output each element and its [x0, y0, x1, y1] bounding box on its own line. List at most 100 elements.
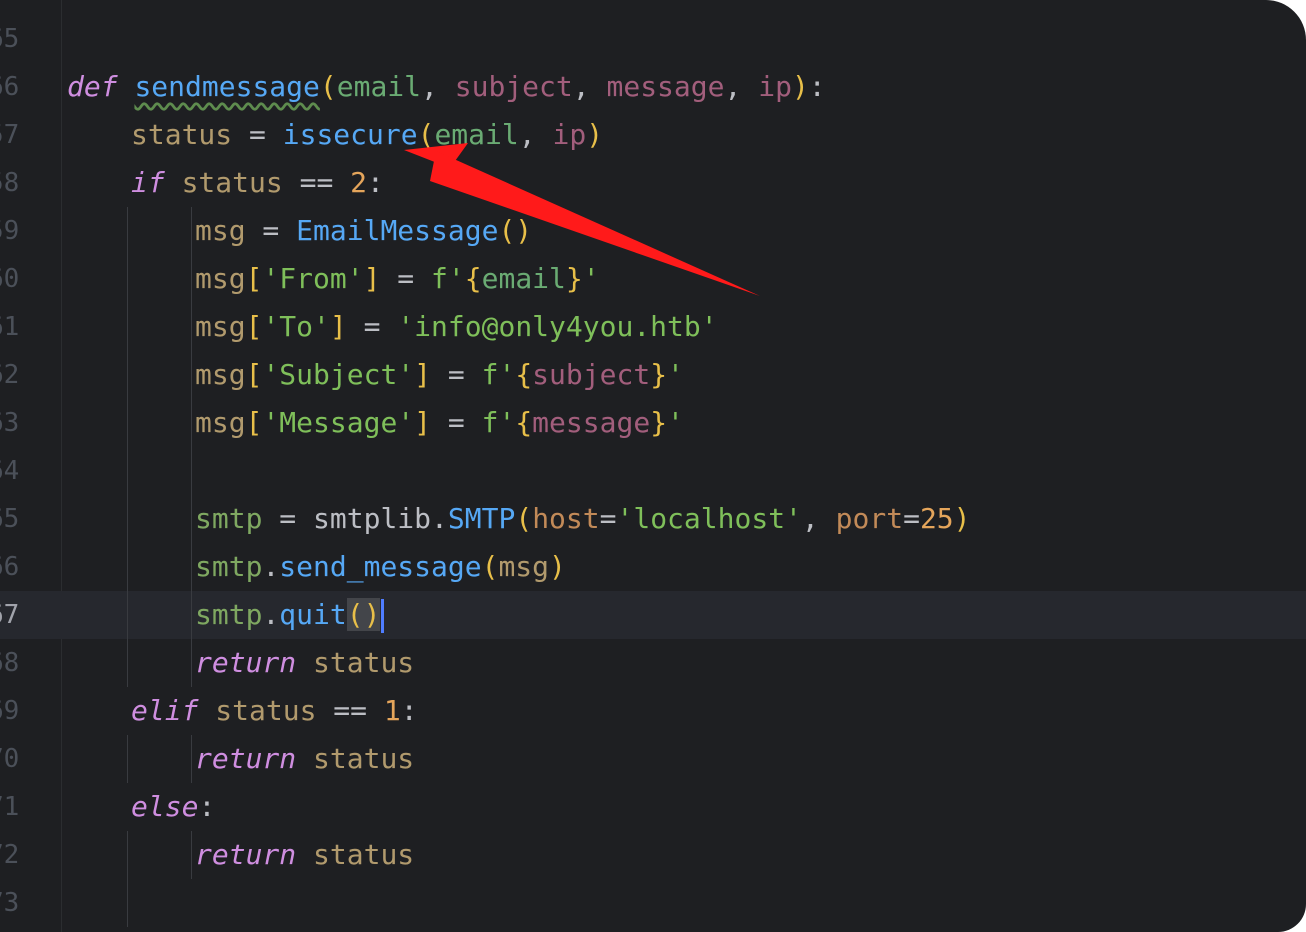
- code-token: ip: [552, 118, 587, 151]
- code-line[interactable]: 65: [0, 15, 1306, 63]
- line-number[interactable]: 65: [0, 15, 28, 63]
- line-number[interactable]: 67: [0, 591, 28, 639]
- code-token: message: [532, 406, 651, 439]
- code-line[interactable]: 59 msg = EmailMessage(): [0, 207, 1306, 255]
- code-token: =: [903, 502, 920, 535]
- line-number[interactable]: 57: [0, 111, 28, 159]
- code-text: elif status == 1:: [131, 687, 418, 735]
- code-token: ,: [724, 70, 759, 103]
- code-text: else:: [131, 783, 215, 831]
- indent-guide: [127, 255, 128, 303]
- code-token: ): [953, 502, 971, 535]
- code-token: ': [582, 262, 600, 295]
- line-number[interactable]: 65: [0, 495, 28, 543]
- code-token: SMTP: [447, 502, 516, 535]
- code-token: :: [198, 790, 216, 823]
- code-token: }: [565, 262, 583, 295]
- indent-guide: [127, 735, 128, 783]
- code-token: (): [498, 214, 533, 247]
- code-token: send_message: [279, 550, 482, 583]
- code-token: [: [245, 406, 263, 439]
- code-line[interactable]: 60 msg['From'] = f'{email}': [0, 255, 1306, 303]
- indent-guide: [127, 831, 128, 879]
- line-number[interactable]: 71: [0, 783, 28, 831]
- line-number[interactable]: 73: [0, 879, 28, 927]
- indent-guide: [191, 495, 192, 543]
- line-number[interactable]: 66: [0, 63, 28, 111]
- code-token: smtplib: [313, 502, 432, 535]
- code-token: {: [515, 358, 533, 391]
- code-token: f': [481, 358, 516, 391]
- text-cursor: [381, 599, 385, 633]
- code-line[interactable]: 70 return status: [0, 735, 1306, 783]
- line-number[interactable]: 62: [0, 351, 28, 399]
- code-text: msg['To'] = 'info@only4you.htb': [195, 303, 718, 351]
- code-token: {: [515, 406, 533, 439]
- line-number[interactable]: 70: [0, 735, 28, 783]
- indent-guide: [127, 303, 128, 351]
- code-token: (: [481, 550, 499, 583]
- line-number[interactable]: 72: [0, 831, 28, 879]
- indent-guide: [191, 207, 192, 255]
- code-text: msg['From'] = f'{email}': [195, 255, 600, 303]
- code-token: 1: [383, 694, 401, 727]
- code-token: :: [808, 70, 826, 103]
- code-line[interactable]: 73: [0, 879, 1306, 927]
- code-token: return: [195, 838, 297, 871]
- code-token: email: [481, 262, 566, 295]
- code-token: 2: [350, 166, 368, 199]
- code-line[interactable]: 62 msg['Subject'] = f'{subject}': [0, 351, 1306, 399]
- line-number[interactable]: 63: [0, 399, 28, 447]
- code-token: ): [549, 550, 566, 583]
- code-token: }: [650, 358, 668, 391]
- code-token: port: [835, 502, 904, 535]
- indent-guide: [127, 591, 128, 639]
- code-line[interactable]: 67 smtp.quit(): [0, 591, 1306, 639]
- indent-guide: [191, 399, 192, 447]
- code-text: msg = EmailMessage(): [195, 207, 532, 255]
- code-token: status: [313, 838, 415, 871]
- line-number[interactable]: 60: [0, 255, 28, 303]
- code-area[interactable]: 6566def sendmessage(email, subject, mess…: [0, 15, 1306, 927]
- line-number[interactable]: 66: [0, 543, 28, 591]
- line-number[interactable]: 61: [0, 303, 28, 351]
- code-token: status: [215, 694, 317, 727]
- code-text: return status: [195, 639, 414, 687]
- code-token: ,: [801, 502, 836, 535]
- code-token: ': [667, 406, 684, 439]
- code-line[interactable]: 66 def sendmessage(email, subject, messag…: [0, 63, 1306, 111]
- code-token: }: [650, 406, 668, 439]
- line-number[interactable]: 58: [0, 159, 28, 207]
- code-line[interactable]: 64: [0, 447, 1306, 495]
- code-line[interactable]: 69 elif status == 1:: [0, 687, 1306, 735]
- code-line[interactable]: 65 smtp = smtplib.SMTP(host='localhost', …: [0, 495, 1306, 543]
- code-token: =: [346, 310, 398, 343]
- line-number[interactable]: 68: [0, 639, 28, 687]
- indent-guide: [191, 831, 192, 879]
- code-token: msg: [195, 358, 246, 391]
- code-line[interactable]: 63 msg['Message'] = f'{message}': [0, 399, 1306, 447]
- code-line[interactable]: 58 if status == 2:: [0, 159, 1306, 207]
- code-token: return: [195, 646, 297, 679]
- indent-guide: [191, 639, 192, 687]
- code-token: =: [262, 502, 314, 535]
- code-token: else: [131, 790, 199, 823]
- line-number[interactable]: 64: [0, 447, 28, 495]
- code-token: =: [245, 214, 297, 247]
- code-text: return status: [195, 735, 414, 783]
- code-token: =: [232, 118, 283, 151]
- code-token: ]: [329, 310, 347, 343]
- indent-guide: [191, 351, 192, 399]
- code-token: msg: [195, 310, 246, 343]
- line-number[interactable]: 59: [0, 207, 28, 255]
- code-line[interactable]: 71 else:: [0, 783, 1306, 831]
- line-number[interactable]: 69: [0, 687, 28, 735]
- code-line[interactable]: 66 smtp.send_message(msg): [0, 543, 1306, 591]
- code-line[interactable]: 61 msg['To'] = 'info@only4you.htb': [0, 303, 1306, 351]
- code-token: if: [131, 166, 165, 199]
- code-line[interactable]: 68 return status: [0, 639, 1306, 687]
- code-line[interactable]: 57 status = issecure(email, ip): [0, 111, 1306, 159]
- code-token: 'Subject': [262, 358, 415, 391]
- code-line[interactable]: 72 return status: [0, 831, 1306, 879]
